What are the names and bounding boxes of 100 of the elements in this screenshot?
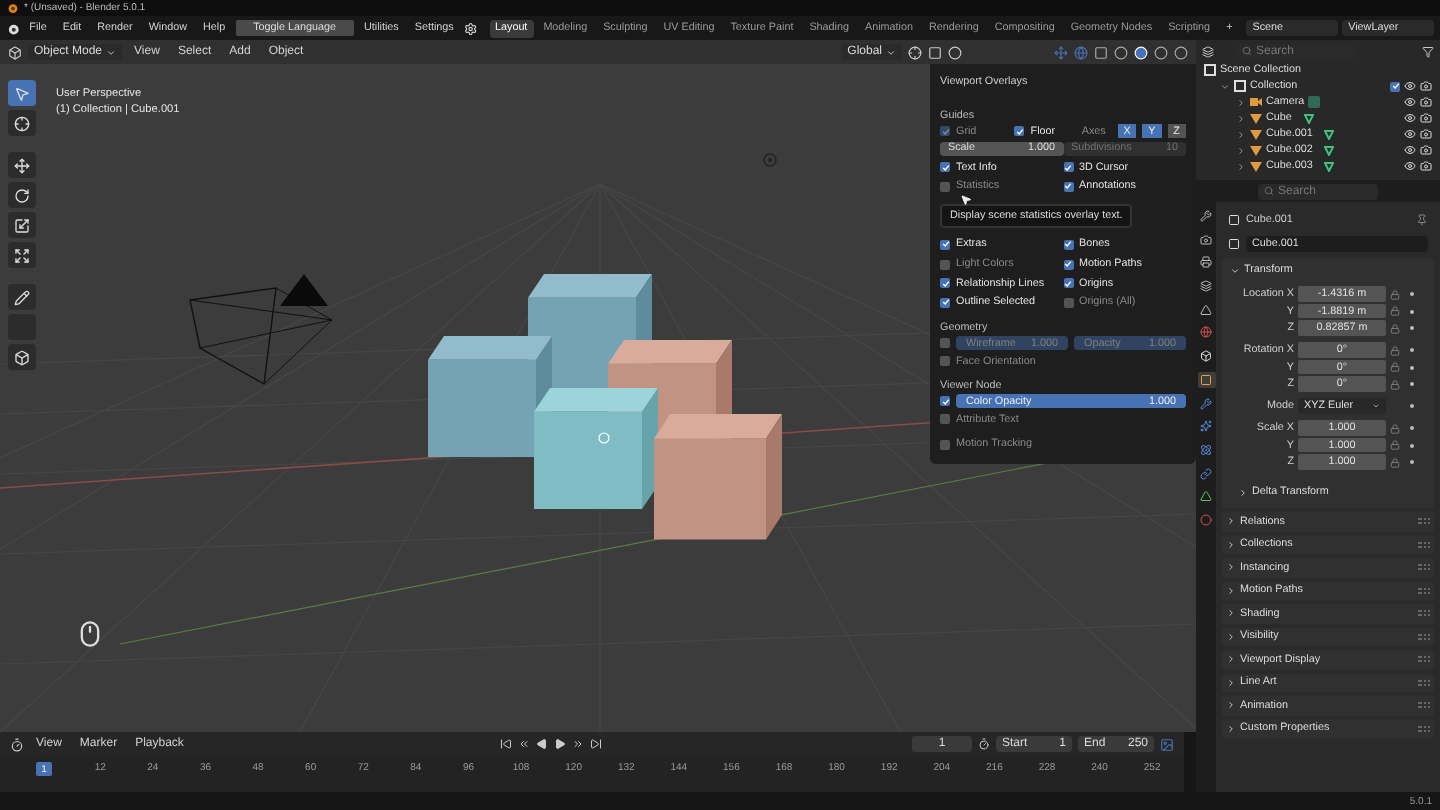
- printer-icon[interactable]: [1197, 254, 1215, 271]
- camera-view-icon[interactable]: [1160, 737, 1174, 751]
- crosshair-icon[interactable]: [8, 110, 36, 136]
- eye-icon[interactable]: [1404, 144, 1416, 156]
- checkbox[interactable]: [940, 278, 950, 289]
- next-keyframe-icon[interactable]: [571, 738, 584, 750]
- checkbox[interactable]: [1063, 239, 1073, 250]
- editor-type-icon[interactable]: [10, 737, 24, 751]
- drag-handle-icon[interactable]: [1418, 587, 1430, 594]
- snap-icon[interactable]: [928, 45, 942, 59]
- editor-type-icon[interactable]: [8, 45, 22, 59]
- checkbox[interactable]: [940, 181, 950, 192]
- checkbox[interactable]: [940, 356, 950, 367]
- camera-icon[interactable]: [1420, 160, 1432, 172]
- lock-icon[interactable]: [1390, 457, 1400, 467]
- checkbox[interactable]: [1063, 259, 1073, 269]
- lock-icon[interactable]: [1390, 423, 1400, 433]
- scale-icon[interactable]: [8, 212, 36, 238]
- lock-icon[interactable]: [1390, 323, 1400, 333]
- checkbox[interactable]: [940, 396, 950, 407]
- checkbox[interactable]: [1063, 181, 1073, 192]
- jump-start-icon[interactable]: [499, 738, 512, 750]
- settings-icon[interactable]: [463, 21, 477, 35]
- triangle-icon[interactable]: [1197, 488, 1215, 505]
- checkbox[interactable]: [940, 414, 950, 425]
- checkbox[interactable]: [1014, 126, 1025, 137]
- lock-icon[interactable]: [1390, 362, 1400, 372]
- chevron-right-icon[interactable]: [1236, 113, 1246, 123]
- atom-icon[interactable]: [1197, 441, 1215, 458]
- lock-icon[interactable]: [1390, 440, 1400, 450]
- material-shading-icon[interactable]: [1154, 45, 1168, 59]
- chevron-right-icon[interactable]: [1236, 161, 1246, 171]
- square-icon[interactable]: [1197, 371, 1215, 388]
- solid-shading-icon[interactable]: [1134, 45, 1148, 59]
- drag-handle-icon[interactable]: [1418, 633, 1430, 640]
- layers-icon[interactable]: [1197, 278, 1215, 295]
- xray-icon[interactable]: [1094, 45, 1108, 59]
- play-icon[interactable]: [553, 738, 566, 750]
- checkbox[interactable]: [940, 338, 950, 349]
- pointer-icon[interactable]: [8, 80, 36, 106]
- drag-handle-icon[interactable]: [1418, 610, 1430, 617]
- camera-icon[interactable]: [1420, 144, 1432, 156]
- overlays-icon[interactable]: [1074, 45, 1088, 59]
- wrench-icon[interactable]: [1197, 208, 1215, 224]
- wireframe-shading-icon[interactable]: [1114, 45, 1128, 59]
- rendered-shading-icon[interactable]: [1174, 45, 1188, 59]
- sparkles-icon[interactable]: [1197, 418, 1215, 435]
- chevron-down-icon[interactable]: [1220, 81, 1230, 91]
- camera-icon[interactable]: [1420, 96, 1432, 108]
- drag-handle-icon[interactable]: [1418, 541, 1430, 548]
- lock-icon[interactable]: [1390, 306, 1400, 316]
- proportional-icon[interactable]: [948, 45, 962, 59]
- wrench-icon[interactable]: [1197, 395, 1215, 411]
- move-icon[interactable]: [8, 152, 36, 178]
- checkbox[interactable]: [940, 162, 950, 173]
- drag-handle-icon[interactable]: [1418, 702, 1430, 709]
- cone-icon[interactable]: [1197, 301, 1215, 318]
- play-reverse-icon[interactable]: [535, 738, 548, 750]
- link-icon[interactable]: [1197, 465, 1215, 482]
- display-mode-icon[interactable]: [1202, 45, 1214, 57]
- lock-icon[interactable]: [1390, 345, 1400, 355]
- drag-handle-icon[interactable]: [1418, 518, 1430, 525]
- eye-icon[interactable]: [1404, 128, 1416, 140]
- checkbox[interactable]: [1063, 297, 1073, 308]
- chevron-right-icon[interactable]: [1236, 129, 1246, 139]
- eye-icon[interactable]: [1404, 96, 1416, 108]
- lock-icon[interactable]: [1390, 289, 1400, 299]
- pin-icon[interactable]: [1416, 214, 1428, 226]
- checkbox[interactable]: [940, 259, 950, 269]
- stopwatch-icon[interactable]: [978, 738, 990, 750]
- globe-icon[interactable]: [1197, 324, 1215, 341]
- drag-handle-icon[interactable]: [1418, 656, 1430, 663]
- drag-handle-icon[interactable]: [1418, 564, 1430, 571]
- checkbox[interactable]: [1063, 162, 1073, 173]
- camera-icon[interactable]: [1420, 128, 1432, 140]
- filter-icon[interactable]: [1422, 45, 1434, 57]
- camera-icon[interactable]: [1420, 80, 1432, 92]
- transform-icon[interactable]: [8, 242, 36, 268]
- gizmo-icon[interactable]: [1054, 45, 1068, 59]
- checkbox[interactable]: [940, 239, 950, 250]
- camera-icon[interactable]: [1420, 112, 1432, 124]
- camera-icon[interactable]: [1197, 231, 1215, 248]
- rotate-icon[interactable]: [8, 182, 36, 208]
- eye-icon[interactable]: [1404, 80, 1416, 92]
- jump-end-icon[interactable]: [589, 738, 602, 750]
- eye-icon[interactable]: [1404, 112, 1416, 124]
- chevron-right-icon[interactable]: [1236, 97, 1246, 107]
- eye-icon[interactable]: [1404, 160, 1416, 172]
- pivot-icon[interactable]: [908, 45, 922, 59]
- pencil-icon[interactable]: [8, 284, 36, 310]
- lock-icon[interactable]: [1390, 379, 1400, 389]
- box-icon[interactable]: [1197, 348, 1215, 365]
- checkbox[interactable]: [1390, 81, 1400, 91]
- chevron-right-icon[interactable]: [1236, 145, 1246, 155]
- checkbox[interactable]: [940, 439, 950, 450]
- checkbox[interactable]: [940, 297, 950, 308]
- cube-icon[interactable]: [8, 344, 36, 370]
- drag-handle-icon[interactable]: [1418, 679, 1430, 686]
- drag-handle-icon[interactable]: [1418, 725, 1430, 732]
- checkbox[interactable]: [1063, 278, 1073, 289]
